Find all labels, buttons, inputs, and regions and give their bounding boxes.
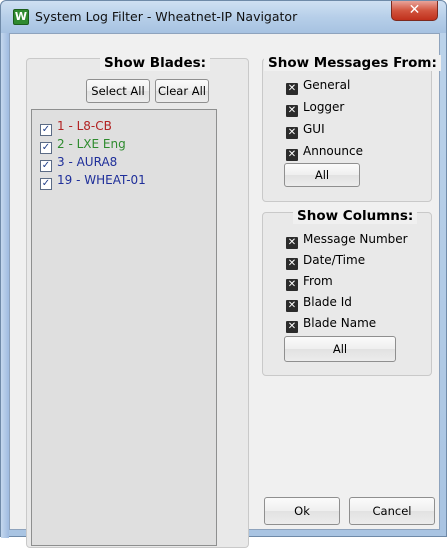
x-checkbox-icon[interactable]: ✕ — [286, 258, 298, 270]
blade-checkbox-19[interactable]: ✓ — [40, 178, 52, 190]
column-option-label: Message Number — [303, 232, 408, 246]
message-option-label: General — [303, 78, 351, 92]
window-frame-left — [1, 33, 9, 538]
message-option-gui[interactable]: ✕ GUI — [286, 122, 325, 139]
x-checkbox-icon[interactable]: ✕ — [286, 279, 298, 291]
close-button[interactable]: ✕ — [391, 1, 438, 21]
column-option-blade-id[interactable]: ✕ Blade Id — [286, 295, 352, 312]
select-all-button[interactable]: Select All — [86, 79, 150, 103]
x-checkbox-icon[interactable]: ✕ — [286, 127, 298, 139]
messages-all-button[interactable]: All — [284, 163, 360, 187]
app-logo-icon: W — [13, 9, 29, 25]
column-option-label: Date/Time — [303, 253, 366, 267]
column-option-blade-name[interactable]: ✕ Blade Name — [286, 316, 377, 333]
ok-button[interactable]: Ok — [264, 497, 340, 525]
blade-checkbox-2[interactable]: ✓ — [40, 142, 52, 154]
blade-item-1[interactable]: ✓ 1 - L8-CB — [40, 119, 112, 136]
message-option-logger[interactable]: ✕ Logger — [286, 100, 345, 117]
column-option-message-number[interactable]: ✕ Message Number — [286, 232, 408, 249]
messages-title: Show Messages From: — [264, 55, 441, 71]
message-option-label: Logger — [303, 100, 345, 114]
blade-item-19[interactable]: ✓ 19 - WHEAT-01 — [40, 173, 146, 190]
message-option-label: Announce — [303, 144, 363, 158]
dialog-window: W System Log Filter - Wheatnet-IP Naviga… — [0, 0, 447, 548]
column-option-label: Blade Id — [303, 295, 352, 309]
blade-label: 3 - AURA8 — [57, 155, 118, 169]
window-title: System Log Filter - Wheatnet-IP Navigato… — [35, 9, 298, 24]
blade-checkbox-3[interactable]: ✓ — [40, 160, 52, 172]
blade-checkbox-1[interactable]: ✓ — [40, 124, 52, 136]
column-option-label: From — [303, 274, 333, 288]
blade-label: 1 - L8-CB — [57, 119, 112, 133]
message-option-announce[interactable]: ✕ Announce — [286, 144, 363, 161]
message-option-general[interactable]: ✕ General — [286, 78, 351, 95]
blade-label: 2 - LXE Eng — [57, 137, 126, 151]
dialog-client-area: Show Blades: Select All Clear All ✓ 1 - L… — [9, 33, 441, 548]
cancel-button[interactable]: Cancel — [349, 497, 435, 525]
x-checkbox-icon[interactable]: ✕ — [286, 321, 298, 333]
x-checkbox-icon[interactable]: ✕ — [286, 237, 298, 249]
x-checkbox-icon[interactable]: ✕ — [286, 300, 298, 312]
clear-all-button[interactable]: Clear All — [155, 79, 209, 103]
columns-all-button[interactable]: All — [284, 336, 396, 362]
blades-list[interactable]: ✓ 1 - L8-CB ✓ 2 - LXE Eng ✓ 3 - AURA8 ✓ 19 -… — [31, 109, 217, 546]
column-option-date-time[interactable]: ✕ Date/Time — [286, 253, 366, 270]
x-checkbox-icon[interactable]: ✕ — [286, 105, 298, 117]
blades-title: Show Blades: — [100, 55, 211, 71]
x-checkbox-icon[interactable]: ✕ — [286, 149, 298, 161]
message-option-label: GUI — [303, 122, 325, 136]
blade-item-2[interactable]: ✓ 2 - LXE Eng — [40, 137, 126, 154]
blade-label: 19 - WHEAT-01 — [57, 173, 146, 187]
title-bar[interactable]: W System Log Filter - Wheatnet-IP Naviga… — [1, 1, 446, 33]
columns-title: Show Columns: — [293, 208, 418, 224]
column-option-label: Blade Name — [303, 316, 377, 330]
column-option-from[interactable]: ✕ From — [286, 274, 333, 291]
x-checkbox-icon[interactable]: ✕ — [286, 83, 298, 95]
blade-item-3[interactable]: ✓ 3 - AURA8 — [40, 155, 118, 172]
